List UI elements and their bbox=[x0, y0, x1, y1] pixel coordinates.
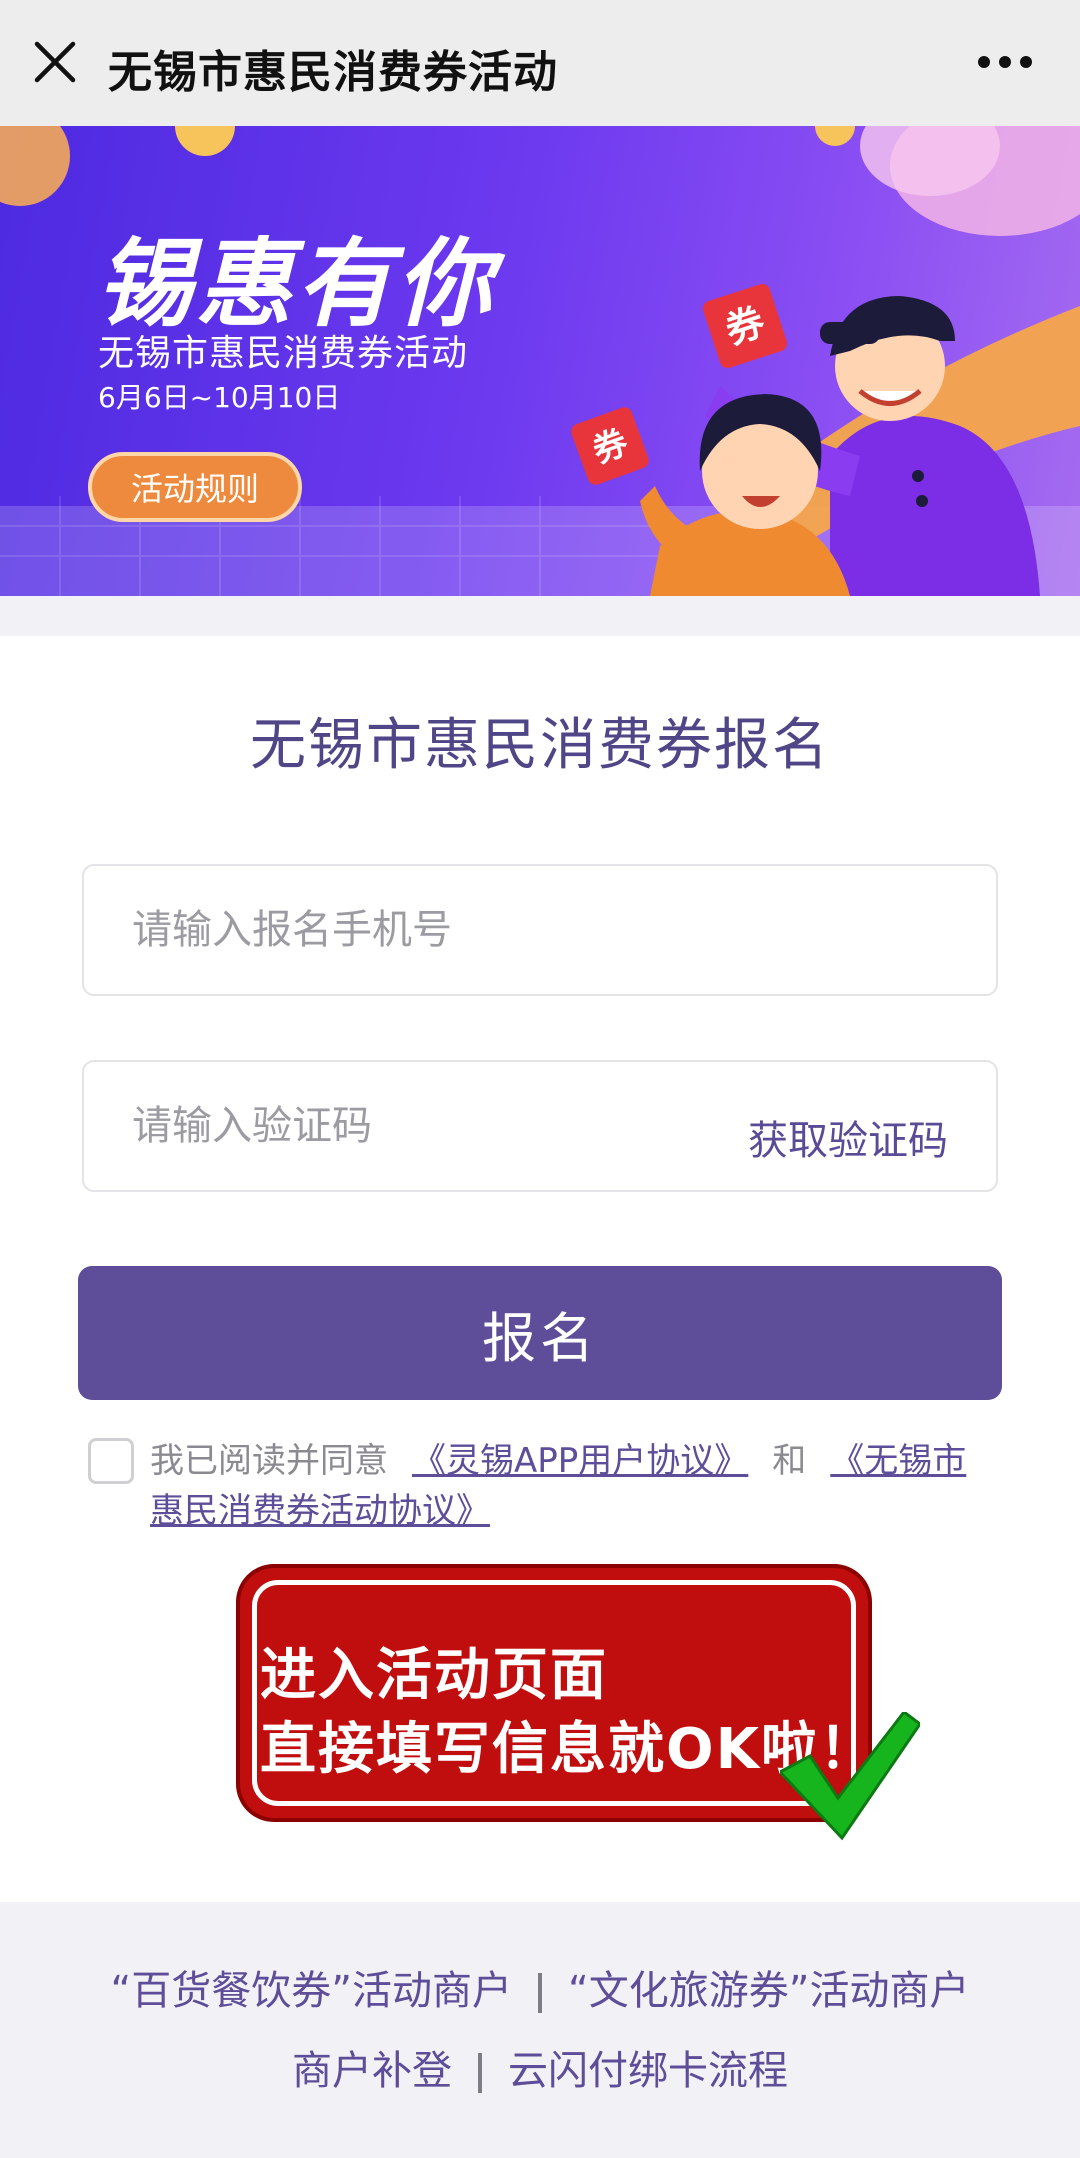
unionpay-binding-link[interactable]: 云闪付绑卡流程 bbox=[508, 2048, 788, 2094]
top-navbar: 无锡市惠民消费券活动 bbox=[0, 0, 1080, 126]
dining-merchants-link[interactable]: “百货餐饮券”活动商户 bbox=[111, 1968, 512, 2014]
page-title: 无锡市惠民消费券活动 bbox=[108, 47, 558, 98]
agreement-prefix: 我已阅读并同意 bbox=[150, 1441, 388, 1481]
close-icon[interactable] bbox=[30, 34, 80, 90]
verification-code-input[interactable] bbox=[132, 1062, 692, 1190]
footer: “百货餐饮券”活动商户 “文化旅游券”活动商户 商户补登 云闪付绑卡流程 bbox=[0, 1902, 1080, 2158]
agreement-conjunction: 和 bbox=[772, 1441, 807, 1481]
more-dots-icon[interactable] bbox=[970, 40, 1040, 84]
rules-button[interactable]: 活动规则 bbox=[88, 452, 302, 522]
tourism-merchants-link[interactable]: “文化旅游券”活动商户 bbox=[568, 1968, 969, 2014]
promo-sticker: 进入活动页面 直接填写信息就OK啦！ bbox=[240, 1568, 875, 1818]
phone-field bbox=[82, 864, 998, 996]
promo-banner: 券 券 锡惠有你 无锡市惠民消费券活动 6月6日~10月10日 活动规则 bbox=[0, 126, 1080, 596]
promo-line-1: 进入活动页面 bbox=[260, 1643, 608, 1708]
footer-row: “百货餐饮券”活动商户 “文化旅游券”活动商户 bbox=[0, 1958, 1080, 2016]
merchant-register-link[interactable]: 商户补登 bbox=[292, 2048, 452, 2094]
phone-input[interactable] bbox=[132, 866, 952, 994]
checkmark-icon bbox=[780, 1712, 920, 1841]
footer-separator bbox=[538, 1973, 542, 2013]
footer-separator bbox=[478, 2053, 482, 2093]
form-title: 无锡市惠民消费券报名 bbox=[250, 713, 830, 778]
agree-checkbox[interactable] bbox=[88, 1438, 134, 1484]
footer-row: 商户补登 云闪付绑卡流程 bbox=[0, 2038, 1080, 2096]
verification-code-field: 获取验证码 bbox=[82, 1060, 998, 1192]
signup-button[interactable]: 报名 bbox=[78, 1266, 1002, 1400]
banner-divider bbox=[0, 596, 1080, 636]
banner-date: 6月6日~10月10日 bbox=[98, 381, 341, 414]
agreement-text: 我已阅读并同意 《灵锡APP用户协议》和《无锡市惠民消费券活动协议》 bbox=[150, 1436, 1000, 1536]
banner-subtitle: 无锡市惠民消费券活动 bbox=[98, 333, 469, 374]
user-agreement-link[interactable]: 《灵锡APP用户协议》 bbox=[412, 1441, 748, 1481]
get-code-button[interactable]: 获取验证码 bbox=[748, 1108, 948, 1166]
